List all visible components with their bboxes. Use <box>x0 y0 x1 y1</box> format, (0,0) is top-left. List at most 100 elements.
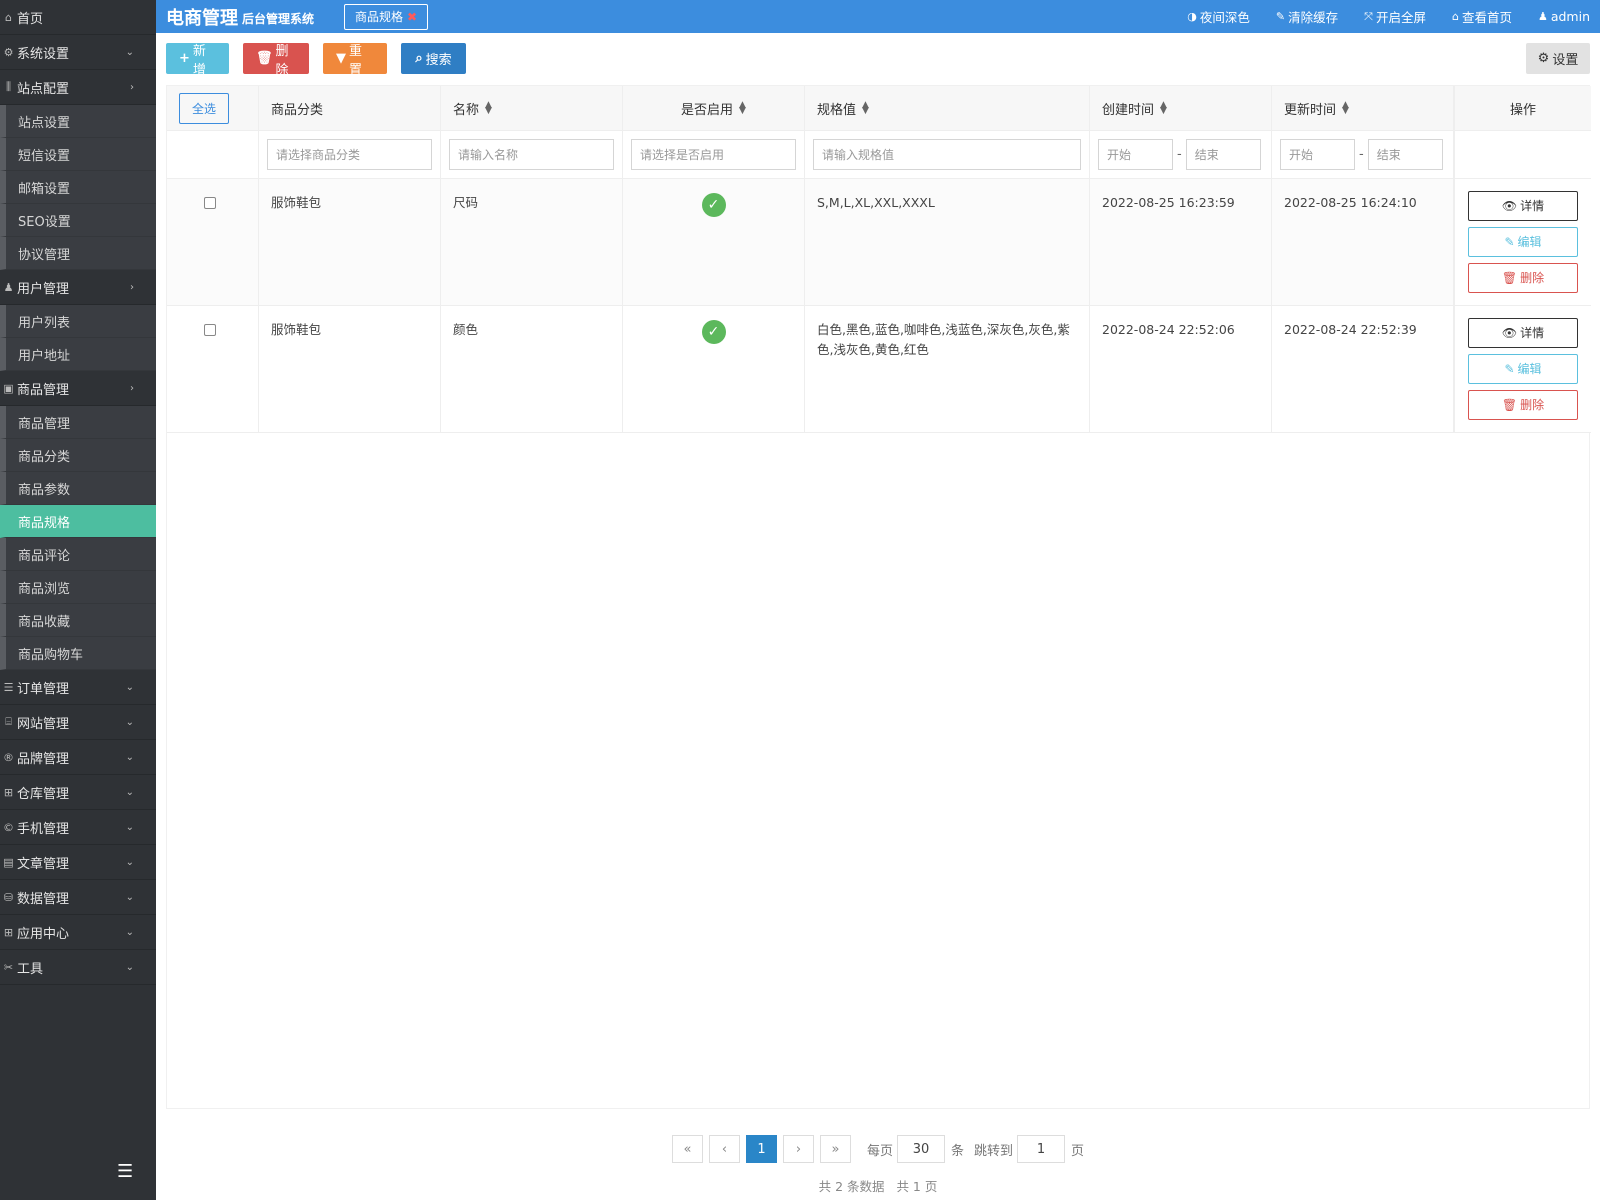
sidebar-item-website[interactable]: ⌸ 网站管理 ⌄ <box>0 705 156 740</box>
column-header-created[interactable]: 创建时间 ▲ ▼ <box>1090 86 1272 130</box>
user-menu-button[interactable]: ♟ admin <box>1538 9 1590 24</box>
add-button[interactable]: + 新增 <box>166 43 229 78</box>
button-label: 删除 <box>1520 271 1545 285</box>
sidebar-subitem-goods-spec[interactable]: 商品规格 <box>0 505 156 538</box>
collapse-sidebar-icon[interactable]: ☰ <box>117 1163 137 1181</box>
reset-button[interactable]: ▼ 重置 <box>323 43 387 78</box>
check-circle-icon: ✓ <box>701 320 726 344</box>
sidebar-item-user-management[interactable]: ♟ 用户管理 › <box>0 270 156 305</box>
sidebar-item-site-config[interactable]: ⫼ 站点配置 › <box>0 70 156 105</box>
edit-button[interactable]: ✎ 编辑 <box>1468 227 1578 257</box>
sidebar-item-articles[interactable]: ▤ 文章管理 ⌄ <box>0 845 156 880</box>
table-row: 服饰鞋包 尺码 ✓ S,M,L,XL,XXL,XXXL 2022-08-25 1… <box>167 179 1591 306</box>
sidebar-item-home[interactable]: ⌂ 首页 <box>0 0 156 35</box>
sidebar-subitem-site-settings[interactable]: 站点设置 <box>0 105 156 138</box>
settings-button[interactable]: ⚙ 设置 <box>1526 43 1590 74</box>
phone-icon: © <box>3 820 14 834</box>
sort-icon[interactable]: ▲ ▼ <box>485 101 492 116</box>
sidebar-subitem-user-list[interactable]: 用户列表 <box>0 305 156 338</box>
last-page-button[interactable]: » <box>819 1135 851 1163</box>
updated-start-input[interactable]: 开始 <box>1280 139 1355 170</box>
cell-category: 服饰鞋包 <box>259 306 441 432</box>
enabled-filter-select[interactable]: 请选择是否启用 <box>631 139 796 170</box>
sidebar-subitem-seo-settings[interactable]: SEO设置 <box>0 204 156 237</box>
delete-row-button[interactable]: 🗑 删除 <box>1468 390 1578 420</box>
sidebar-subitem-goods-views[interactable]: 商品浏览 <box>0 571 156 604</box>
web-icon: ⌸ <box>5 715 12 728</box>
created-start-input[interactable]: 开始 <box>1098 139 1173 170</box>
close-icon[interactable]: ✖ <box>407 10 417 24</box>
jump-page-input[interactable]: 1 <box>1017 1135 1066 1163</box>
per-page-input[interactable]: 30 <box>896 1135 945 1163</box>
sort-icon[interactable]: ▲ ▼ <box>862 101 869 116</box>
per-page-label: 每页 <box>866 1143 893 1159</box>
table-row: 服饰鞋包 颜色 ✓ 白色,黑色,蓝色,咖啡色,浅蓝色,深灰色,灰色,紫色,浅灰色… <box>167 306 1591 433</box>
sidebar-subitem-agreement[interactable]: 协议管理 <box>0 237 156 270</box>
sidebar-subitem-goods-params[interactable]: 商品参数 <box>0 472 156 505</box>
cell-category: 服饰鞋包 <box>259 179 441 305</box>
table-header: 全选 商品分类 名称 ▲ ▼ 是否启用 ▲ ▼ 规格值 ▲ ▼ 创建时间 ▲ ▼ 更新时间 ▲ ▼ … <box>167 86 1591 131</box>
tab-goods-spec[interactable]: 商品规格 ✖ <box>344 3 429 30</box>
fullscreen-button[interactable]: ⤧ 开启全屏 <box>1364 7 1426 26</box>
sidebar-item-brand[interactable]: ® 品牌管理 ⌄ <box>0 740 156 775</box>
column-header-category[interactable]: 商品分类 <box>259 86 441 130</box>
delete-row-button[interactable]: 🗑 删除 <box>1468 263 1578 293</box>
column-header-name[interactable]: 名称 ▲ ▼ <box>441 86 623 130</box>
cell-created: 2022-08-25 16:23:59 <box>1090 179 1272 305</box>
sidebar-item-system-settings[interactable]: ⚙ 系统设置 ⌄ <box>0 35 156 70</box>
category-filter-input[interactable]: 请选择商品分类 <box>267 139 432 170</box>
sidebar-subitem-goods-comments[interactable]: 商品评论 <box>0 538 156 571</box>
tools-icon: ✂ <box>3 960 14 974</box>
sidebar-subitem-goods-cart[interactable]: 商品购物车 <box>0 637 156 670</box>
column-header-enabled[interactable]: 是否启用 ▲ ▼ <box>623 86 805 130</box>
select-all-cell: 全选 <box>167 86 259 130</box>
row-checkbox-cell <box>167 306 259 432</box>
column-header-updated[interactable]: 更新时间 ▲ ▼ <box>1272 86 1454 130</box>
sidebar-subitem-mail-settings[interactable]: 邮箱设置 <box>0 171 156 204</box>
created-end-input[interactable]: 结束 <box>1185 139 1261 170</box>
sidebar-item-tools[interactable]: ✂ 工具 ⌄ <box>0 950 156 985</box>
sidebar-item-label: 商品管理 <box>17 382 70 398</box>
sidebar-item-goods-management[interactable]: ▣ 商品管理 › <box>0 371 156 406</box>
sidebar-subitem-user-address[interactable]: 用户地址 <box>0 338 156 371</box>
detail-button[interactable]: 👁 详情 <box>1468 191 1578 221</box>
search-button[interactable]: ⌕ 搜索 <box>401 43 466 74</box>
sidebar-item-orders[interactable]: ☰ 订单管理 ⌄ <box>0 670 156 705</box>
updated-end-input[interactable]: 结束 <box>1367 139 1443 170</box>
tab-label: 商品规格 <box>355 10 404 24</box>
first-page-button[interactable]: « <box>671 1135 703 1163</box>
next-page-button[interactable]: › <box>782 1135 814 1163</box>
sidebar-item-data[interactable]: ⛁ 数据管理 ⌄ <box>0 880 156 915</box>
night-mode-button[interactable]: ◑ 夜间深色 <box>1187 7 1250 26</box>
sort-icon[interactable]: ▲ ▼ <box>739 101 746 116</box>
select-all-button[interactable]: 全选 <box>179 92 229 124</box>
name-filter-input[interactable]: 请输入名称 <box>449 139 614 170</box>
sidebar-subitem-goods[interactable]: 商品管理 <box>0 406 156 439</box>
clear-cache-button[interactable]: ✎ 清除缓存 <box>1276 7 1338 26</box>
filter-cell-category: 请选择商品分类 <box>259 131 441 178</box>
sidebar-item-warehouse[interactable]: ⊞ 仓库管理 ⌄ <box>0 775 156 810</box>
page-1-button[interactable]: 1 <box>745 1135 777 1163</box>
button-label: 重置 <box>349 43 363 78</box>
row-checkbox[interactable] <box>204 197 216 209</box>
sidebar-item-phone[interactable]: © 手机管理 ⌄ <box>0 810 156 845</box>
prev-page-button[interactable]: ‹ <box>708 1135 740 1163</box>
row-checkbox[interactable] <box>204 324 216 336</box>
sort-icon[interactable]: ▲ ▼ <box>1160 101 1167 116</box>
view-homepage-button[interactable]: ⌂ 查看首页 <box>1452 7 1512 26</box>
cell-actions: 👁 详情 ✎ 编辑 🗑 删除 <box>1454 306 1591 432</box>
detail-button[interactable]: 👁 详情 <box>1468 318 1578 348</box>
edit-button[interactable]: ✎ 编辑 <box>1468 354 1578 384</box>
sidebar-item-apps[interactable]: ⊞ 应用中心 ⌄ <box>0 915 156 950</box>
column-header-spec-value[interactable]: 规格值 ▲ ▼ <box>805 86 1090 130</box>
filter-cell-enabled: 请选择是否启用 <box>623 131 805 178</box>
spec-value-filter-input[interactable]: 请输入规格值 <box>813 139 1081 170</box>
sidebar-subitem-sms-settings[interactable]: 短信设置 <box>0 138 156 171</box>
nav-label: 开启全屏 <box>1375 10 1426 25</box>
chevron-right-icon: › <box>130 382 134 394</box>
sidebar-item-label: 订单管理 <box>17 681 70 697</box>
sort-icon[interactable]: ▲ ▼ <box>1342 101 1349 116</box>
delete-button[interactable]: 🗑 删除 <box>243 43 309 78</box>
sidebar-subitem-goods-category[interactable]: 商品分类 <box>0 439 156 472</box>
sidebar-subitem-goods-favorites[interactable]: 商品收藏 <box>0 604 156 637</box>
